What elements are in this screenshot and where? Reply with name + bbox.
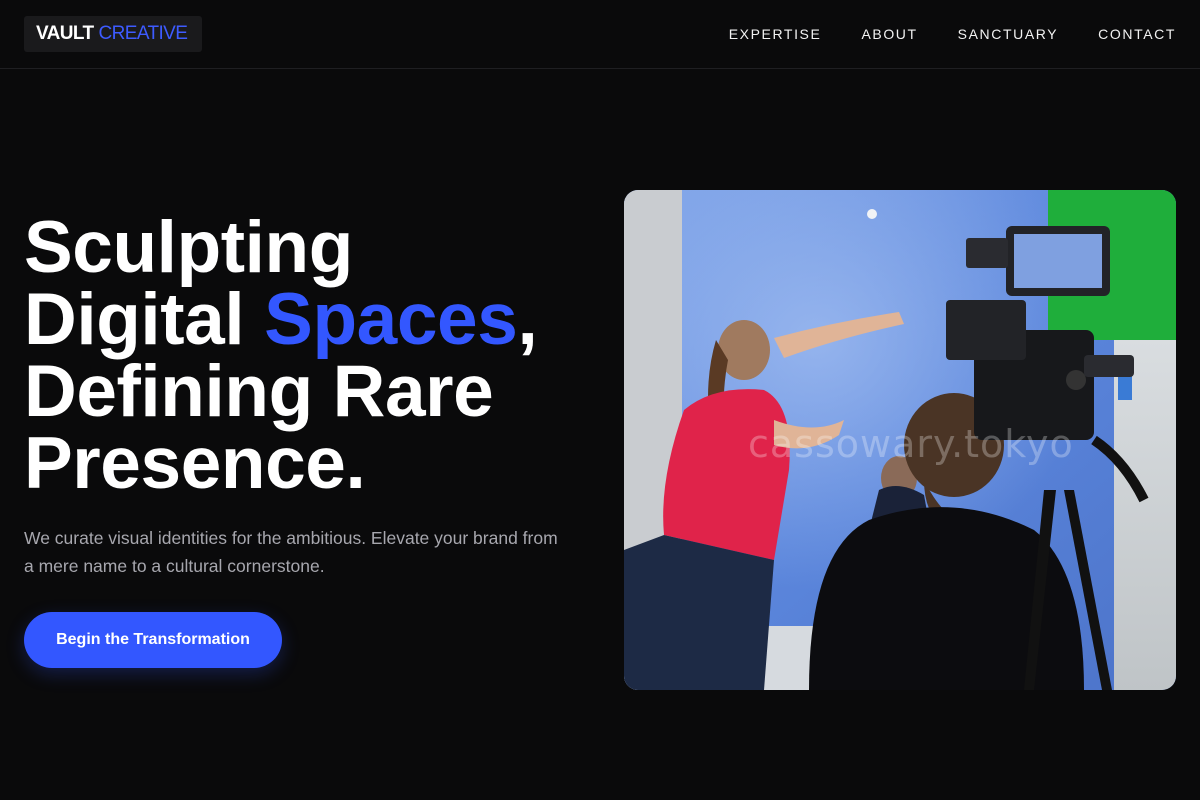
brand-name-secondary: CREATIVE [98, 23, 188, 44]
site-header: VAULT CREATIVE EXPERTISE ABOUT SANCTUARY… [0, 0, 1200, 69]
image-watermark: cassowary.tokyo [748, 422, 1074, 466]
nav-link-sanctuary[interactable]: SANCTUARY [958, 26, 1059, 42]
hero-title-line1: Sculpting [24, 207, 353, 288]
nav-link-about[interactable]: ABOUT [861, 26, 917, 42]
hero-title-line3: Defining Rare [24, 351, 494, 432]
main-nav: EXPERTISE ABOUT SANCTUARY CONTACT [729, 0, 1176, 68]
hero-title-accent: Spaces [264, 279, 518, 360]
brand-logo[interactable]: VAULT CREATIVE [24, 16, 202, 52]
hero-title: Sculpting Digital Spaces, Defining Rare … [24, 211, 604, 500]
nav-link-contact[interactable]: CONTACT [1098, 26, 1176, 42]
begin-transformation-button[interactable]: Begin the Transformation [24, 612, 282, 668]
nav-link-expertise[interactable]: EXPERTISE [729, 26, 822, 42]
hero-subtitle: We curate visual identities for the ambi… [24, 528, 558, 576]
hero-title-line2-pre: Digital [24, 279, 265, 360]
brand-name-primary: VAULT [36, 23, 94, 44]
hero-photo: cassowary.tokyo [624, 190, 1176, 690]
hero-title-line2-post: , [517, 279, 538, 360]
hero-title-line4: Presence. [24, 423, 366, 504]
